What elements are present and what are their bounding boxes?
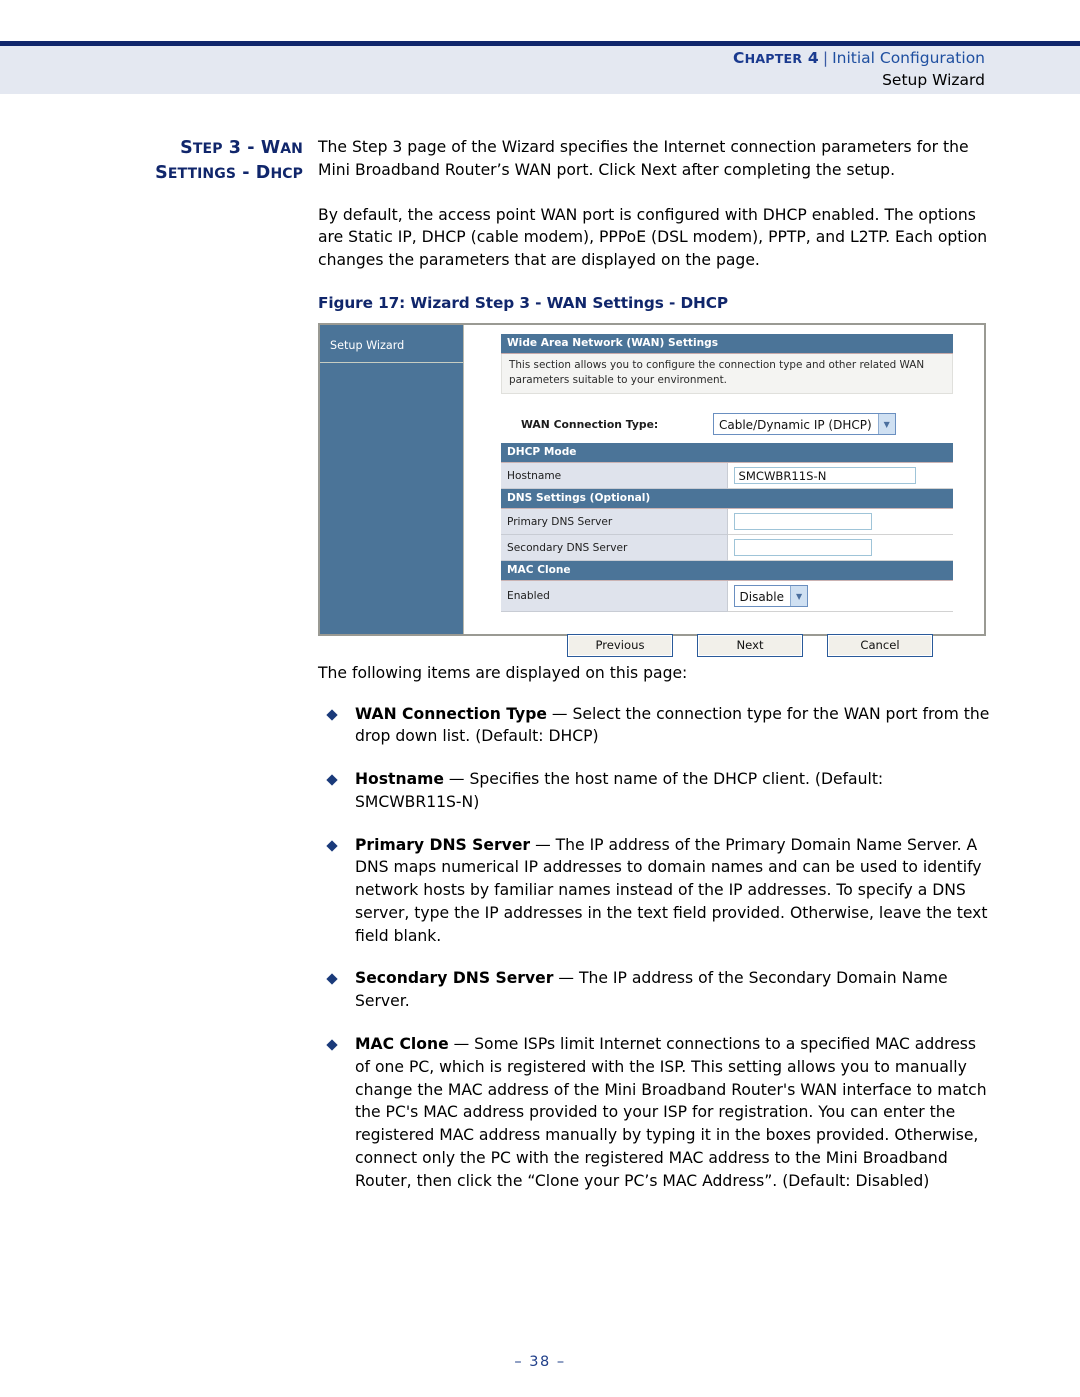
hostname-label: Hostname: [501, 462, 728, 490]
bullet-term: Hostname: [355, 770, 444, 789]
step-side-heading-line2: SETTINGS - DHCP: [155, 162, 303, 183]
diamond-bullet-icon: [326, 973, 338, 986]
page-header: CHAPTER 4 | Initial Configuration Setup Wi…: [0, 0, 1080, 95]
paragraph-defaults: By default, the access point WAN port is…: [318, 205, 988, 270]
dns-settings-section-header: DNS Settings (Optional): [501, 488, 953, 510]
list-item: Primary DNS Server — The IP address of t…: [318, 834, 990, 948]
wizard-button-row: Previous Next Cancel: [501, 612, 953, 658]
secondary-dns-label: Secondary DNS Server: [501, 534, 728, 562]
step-side-heading: STEP 3 - WAN SETTINGS - DHCP: [95, 136, 303, 186]
header-separator: |: [822, 49, 829, 67]
list-intro-text: The following items are displayed on thi…: [318, 663, 688, 682]
diamond-bullet-icon: [326, 774, 338, 786]
secondary-dns-value-cell: [727, 534, 953, 562]
table-row-mac-clone-enabled: Enabled Disable ▼: [501, 580, 953, 613]
mac-clone-select[interactable]: Disable ▼: [733, 585, 809, 608]
primary-dns-value-cell: [727, 508, 953, 536]
list-item: WAN Connection Type — Select the connect…: [318, 703, 990, 749]
hostname-value-cell: SMCWBR11S-N: [727, 462, 953, 490]
wan-settings-section-description: This section allows you to configure the…: [501, 353, 953, 395]
list-item: Secondary DNS Server — The IP address of…: [318, 967, 990, 1013]
header-subsection-title: Setup Wizard: [882, 71, 985, 90]
diamond-bullet-icon: [326, 708, 338, 721]
hostname-input[interactable]: SMCWBR11S-N: [733, 467, 916, 485]
chevron-down-icon: ▼: [790, 586, 808, 607]
previous-button[interactable]: Previous: [567, 634, 673, 658]
router-sidebar: Setup Wizard: [320, 324, 464, 634]
list-item: MAC Clone — Some ISPs limit Internet con…: [318, 1033, 990, 1192]
mac-clone-section-header: MAC Clone: [501, 560, 953, 582]
wan-connection-type-row: WAN Connection Type: Cable/Dynamic IP (D…: [501, 394, 953, 443]
bullet-dash: —: [553, 969, 579, 988]
header-chapter-line: CHAPTER 4 | Initial Configuration: [733, 48, 985, 69]
step-side-heading-line1: STEP 3 - WAN: [180, 138, 303, 158]
bullet-dash: —: [443, 770, 470, 789]
bullet-term: Primary DNS Server: [355, 835, 531, 854]
wan-connection-type-select[interactable]: Cable/Dynamic IP (DHCP) ▼: [713, 413, 896, 436]
wan-settings-table: DHCP Mode Hostname SMCWBR11S-N DNS Setti…: [501, 443, 953, 613]
mac-clone-value: Disable: [739, 589, 785, 604]
bullet-dash: —: [448, 1035, 475, 1054]
bullet-term: Secondary DNS Server: [355, 969, 554, 988]
table-row-dns-header: DNS Settings (Optional): [501, 488, 953, 510]
next-button[interactable]: Next: [697, 634, 803, 658]
diamond-bullet-icon: [326, 1039, 338, 1051]
table-row-primary-dns: Primary DNS Server: [501, 508, 953, 536]
router-ui-screenshot: Setup Wizard Wide Area Network (WAN) Set…: [318, 322, 986, 658]
bullet-term: MAC Clone: [355, 1035, 449, 1054]
primary-dns-input[interactable]: [733, 513, 872, 531]
table-row-hostname: Hostname SMCWBR11S-N: [501, 462, 953, 490]
table-row-secondary-dns: Secondary DNS Server: [501, 534, 953, 562]
bullet-term: WAN Connection Type: [355, 704, 547, 723]
secondary-dns-input[interactable]: [733, 539, 872, 557]
body-column: The Step 3 page of the Wizard specifies …: [318, 136, 990, 1192]
diamond-bullet-icon: [326, 839, 338, 852]
mac-clone-enabled-label: Enabled: [501, 580, 728, 613]
primary-dns-label: Primary DNS Server: [501, 508, 728, 536]
page-number: – 38 –: [514, 1354, 566, 1370]
cancel-button[interactable]: Cancel: [827, 634, 933, 658]
bullet-dash: —: [530, 835, 556, 854]
table-row-dhcp-mode-header: DHCP Mode: [501, 443, 953, 464]
wan-settings-section-header: Wide Area Network (WAN) Settings: [501, 333, 953, 354]
figure-caption: Figure 17: Wizard Step 3 - WAN Settings …: [318, 293, 728, 312]
wan-connection-type-value: Cable/Dynamic IP (DHCP): [719, 417, 872, 432]
paragraph-intro: The Step 3 page of the Wizard specifies …: [318, 138, 969, 179]
field-description-list: WAN Connection Type — Select the connect…: [318, 703, 990, 1193]
chapter-label: CHAPTER 4: [733, 49, 819, 67]
bullet-dash: —: [546, 704, 573, 723]
wan-connection-type-label: WAN Connection Type:: [521, 417, 659, 431]
mac-clone-value-cell: Disable ▼: [727, 580, 953, 613]
header-section-title: Initial Configuration: [832, 49, 985, 67]
header-text-block: CHAPTER 4 | Initial Configuration Setup Wi…: [733, 48, 985, 92]
bullet-text: Some ISPs limit Internet connections to …: [355, 1035, 987, 1190]
dhcp-mode-section-header: DHCP Mode: [501, 443, 953, 464]
sidebar-item-setup-wizard[interactable]: Setup Wizard: [320, 325, 463, 363]
chevron-down-icon: ▼: [877, 414, 895, 435]
list-item: Hostname — Specifies the host name of th…: [318, 768, 990, 814]
router-form-area: Wide Area Network (WAN) Settings This se…: [501, 333, 953, 658]
table-row-mac-clone-header: MAC Clone: [501, 560, 953, 582]
router-main-panel: Wide Area Network (WAN) Settings This se…: [465, 324, 984, 658]
